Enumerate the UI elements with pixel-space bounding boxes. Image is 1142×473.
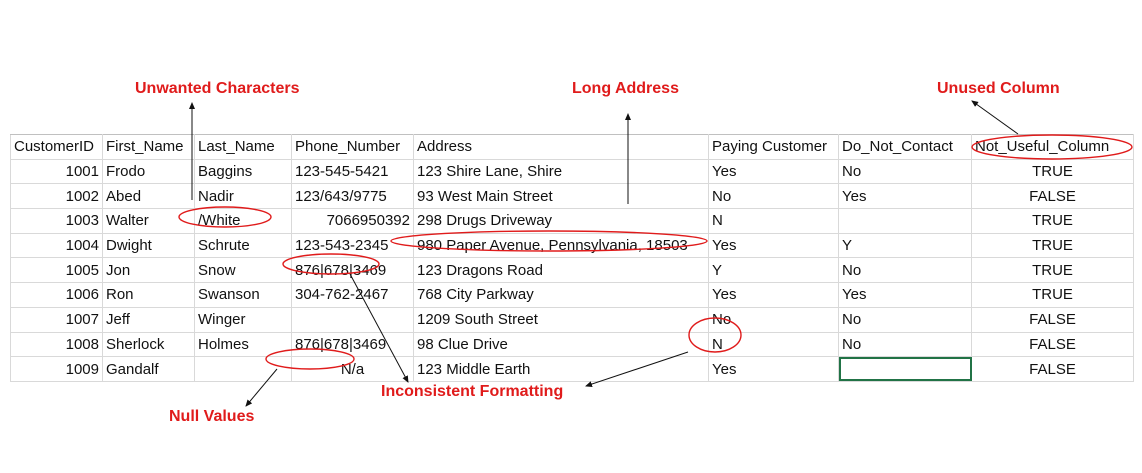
- table-row: 1006 Ron Swanson 304-762-2467 768 City Parkw…: [10, 282, 1134, 308]
- table-cell[interactable]: 980 Paper Avenue, Pennsylvania, 18503: [413, 232, 709, 259]
- table-cell[interactable]: TRUE: [971, 208, 1134, 234]
- table-cell[interactable]: Abed: [102, 183, 195, 210]
- table-cell[interactable]: 123-545-5421: [291, 158, 414, 185]
- table-cell[interactable]: No: [838, 158, 972, 185]
- label-null-values: Null Values: [169, 408, 255, 425]
- table-cell[interactable]: No: [708, 306, 839, 333]
- table-row: 1007 Jeff Winger 1209 South Street No No FALS…: [10, 306, 1134, 333]
- table-cell[interactable]: Yes: [708, 158, 839, 185]
- table-cell[interactable]: 876|678|3469: [291, 257, 414, 284]
- table-cell[interactable]: Snow: [194, 257, 292, 284]
- table-cell[interactable]: No: [708, 183, 839, 210]
- table-cell[interactable]: FALSE: [971, 183, 1134, 210]
- table-cell[interactable]: Schrute: [194, 232, 292, 259]
- column-header[interactable]: Do_Not_Contact: [838, 134, 972, 160]
- table-cell[interactable]: [194, 356, 292, 382]
- table-cell[interactable]: Yes: [708, 282, 839, 308]
- table-cell[interactable]: TRUE: [971, 282, 1134, 308]
- table-cell[interactable]: 1009: [10, 356, 103, 382]
- column-header[interactable]: Phone_Number: [291, 134, 414, 160]
- column-header[interactable]: Paying Customer: [708, 134, 839, 160]
- table-cell[interactable]: 1007: [10, 306, 103, 333]
- table-cell[interactable]: 123-543-2345: [291, 232, 414, 259]
- column-header[interactable]: First_Name: [102, 134, 195, 160]
- table-cell[interactable]: Walter: [102, 208, 195, 234]
- table-cell[interactable]: 1004: [10, 232, 103, 259]
- column-header[interactable]: CustomerID: [10, 134, 103, 160]
- selected-cell[interactable]: [838, 356, 972, 382]
- table-cell[interactable]: N: [708, 331, 839, 358]
- table-row: 1005 Jon Snow 876|678|3469 123 Dragons Road Y…: [10, 257, 1134, 284]
- table-cell[interactable]: 93 West Main Street: [413, 183, 709, 210]
- label-unused-column: Unused Column: [937, 80, 1060, 97]
- table-cell[interactable]: Winger: [194, 306, 292, 333]
- table-cell[interactable]: Yes: [838, 183, 972, 210]
- table-cell[interactable]: No: [838, 257, 972, 284]
- table-cell[interactable]: 7066950392: [291, 208, 414, 234]
- table-cell[interactable]: FALSE: [971, 356, 1134, 382]
- table-cell[interactable]: TRUE: [971, 257, 1134, 284]
- table-cell[interactable]: N: [708, 208, 839, 234]
- table-row: 1003 Walter/White 7066950392 298 Drugs Driv…: [10, 208, 1134, 234]
- table-cell[interactable]: Gandalf: [102, 356, 195, 382]
- table-row: 1008 Sherlock Holmes 876|678|3469 98 Clue Dr…: [10, 331, 1134, 358]
- table-cell[interactable]: 123 Dragons Road: [413, 257, 709, 284]
- table-row: 1002 Abed Nadir 123/643/9775 93 West Main St…: [10, 183, 1134, 210]
- table-cell[interactable]: 1209 South Street: [413, 306, 709, 333]
- table-cell[interactable]: [291, 306, 414, 333]
- table-row: 1001 Frodo Baggins 123-545-5421 123 Shire La…: [10, 158, 1134, 185]
- table-cell[interactable]: 123/643/9775: [291, 183, 414, 210]
- table-cell[interactable]: Y: [838, 232, 972, 259]
- table-cell[interactable]: TRUE: [971, 158, 1134, 185]
- table-cell[interactable]: FALSE: [971, 331, 1134, 358]
- table-row: 1004 Dwight Schrute 123-543-2345 980 Paper A…: [10, 232, 1134, 259]
- table-cell[interactable]: Dwight: [102, 232, 195, 259]
- table-cell[interactable]: Jeff: [102, 306, 195, 333]
- table-cell[interactable]: 123 Middle Earth: [413, 356, 709, 382]
- table-cell[interactable]: 1002: [10, 183, 103, 210]
- table-cell[interactable]: N/a: [291, 356, 414, 382]
- table-cell[interactable]: /White: [194, 208, 292, 234]
- column-header[interactable]: Last_Name: [194, 134, 292, 160]
- label-unwanted-characters: Unwanted Characters: [135, 80, 300, 97]
- table-row: 1009 Gandalf N/a 123 Middle Earth Yes FALSE: [10, 356, 1134, 382]
- table-cell[interactable]: 1001: [10, 158, 103, 185]
- table-cell[interactable]: Frodo: [102, 158, 195, 185]
- table-cell[interactable]: 1006: [10, 282, 103, 308]
- table-cell[interactable]: 304-762-2467: [291, 282, 414, 308]
- table-cell[interactable]: Baggins: [194, 158, 292, 185]
- table-cell[interactable]: Sherlock: [102, 331, 195, 358]
- table-cell[interactable]: Yes: [708, 356, 839, 382]
- column-header[interactable]: Address: [413, 134, 709, 160]
- column-header[interactable]: Not_Useful_Column: [971, 134, 1134, 160]
- table-cell[interactable]: No: [838, 306, 972, 333]
- table-cell[interactable]: Holmes: [194, 331, 292, 358]
- table-cell[interactable]: Y: [708, 257, 839, 284]
- table-cell[interactable]: 1003: [10, 208, 103, 234]
- table-cell[interactable]: Yes: [838, 282, 972, 308]
- table-cell[interactable]: 1005: [10, 257, 103, 284]
- table-cell[interactable]: Yes: [708, 232, 839, 259]
- header-row: CustomerID First_Name Last_Name Phone_Numbe…: [10, 134, 1134, 160]
- table-cell[interactable]: Swanson: [194, 282, 292, 308]
- spreadsheet-grid[interactable]: CustomerID First_Name Last_Name Phone_Numbe…: [10, 134, 1134, 382]
- table-cell[interactable]: Jon: [102, 257, 195, 284]
- table-cell[interactable]: TRUE: [971, 232, 1134, 259]
- table-cell[interactable]: 768 City Parkway: [413, 282, 709, 308]
- label-long-address: Long Address: [572, 80, 679, 97]
- table-cell[interactable]: 876|678|3469: [291, 331, 414, 358]
- table-cell[interactable]: 1008: [10, 331, 103, 358]
- table-cell[interactable]: No: [838, 331, 972, 358]
- table-cell[interactable]: 123 Shire Lane, Shire: [413, 158, 709, 185]
- table-cell[interactable]: Nadir: [194, 183, 292, 210]
- table-cell[interactable]: Ron: [102, 282, 195, 308]
- table-cell[interactable]: FALSE: [971, 306, 1134, 333]
- table-cell[interactable]: 98 Clue Drive: [413, 331, 709, 358]
- table-cell[interactable]: [838, 208, 972, 234]
- arrow-unused-column: [971, 100, 1019, 135]
- label-inconsistent-formatting: Inconsistent Formatting: [381, 383, 564, 400]
- table-cell[interactable]: 298 Drugs Driveway: [413, 208, 709, 234]
